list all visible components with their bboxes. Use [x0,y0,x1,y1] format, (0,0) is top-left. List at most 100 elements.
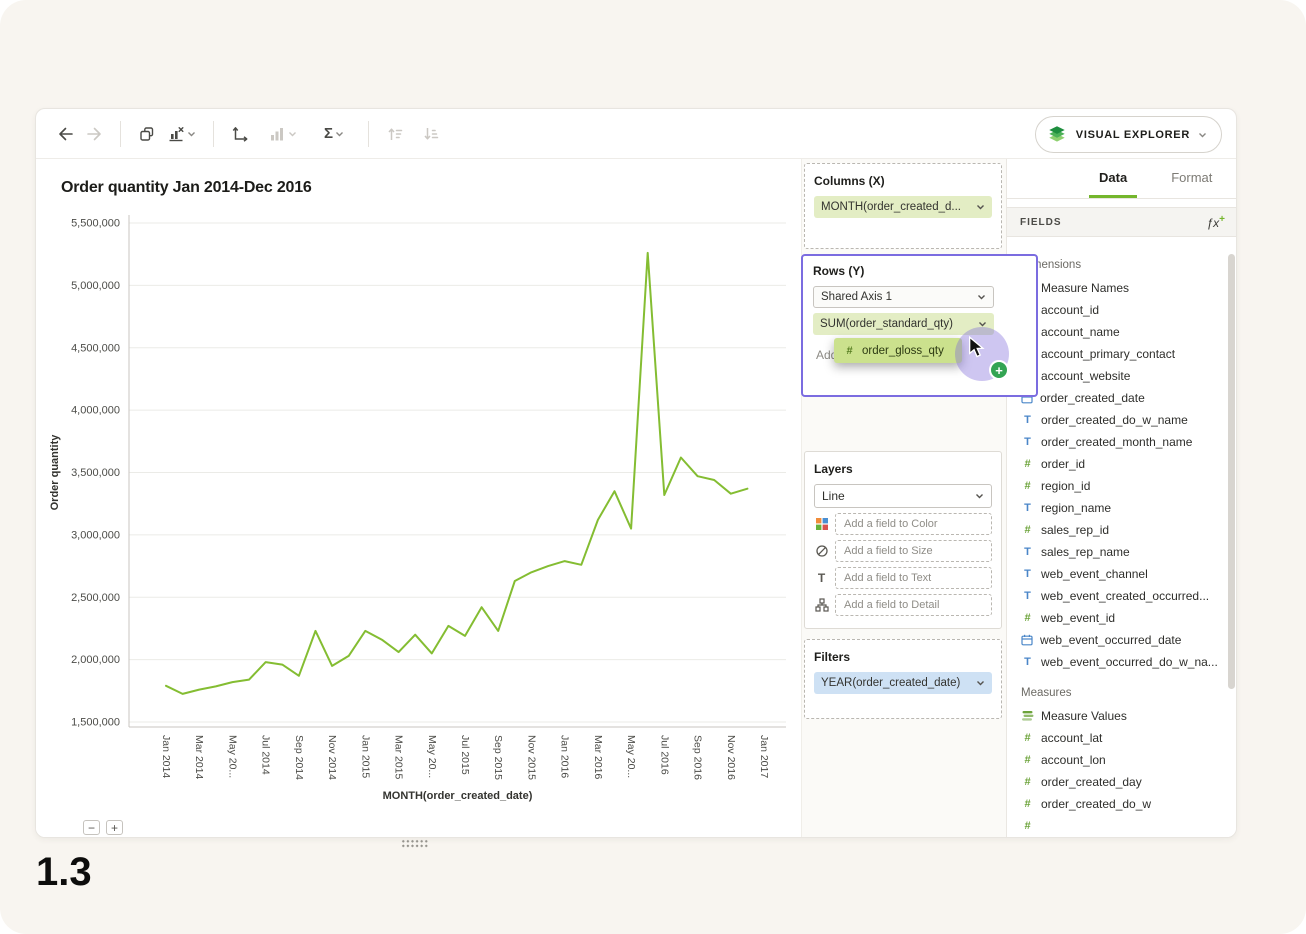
x-tick-label: Jul 2016 [658,735,670,775]
mark-type-select[interactable]: Line [814,484,992,508]
filter-field-label: YEAR(order_created_date) [821,677,960,689]
mouse-cursor [968,336,986,358]
field-item[interactable]: Taccount_primary_contact [1007,343,1237,365]
color-drop-zone[interactable]: Add a field to Color [835,513,992,535]
field-name: web_event_occurred_date [1040,633,1181,647]
zoom-out-button[interactable]: − [83,820,100,835]
duplicate-chart-button[interactable] [133,120,161,148]
filter-field-pill[interactable]: YEAR(order_created_date) [814,672,992,694]
field-name: account_lon [1041,753,1106,767]
sigma-icon: Σ [324,125,333,142]
rows-shelf-drop-target[interactable]: Rows (Y) Shared Axis 1 SUM(order_standar… [801,254,1038,397]
field-name: region_name [1041,501,1111,515]
field-item[interactable]: #account_lat [1007,727,1237,749]
measures-list: Measure Values#account_lat#account_lon#o… [1007,705,1237,837]
field-item[interactable]: # order_created_day [1007,771,1237,793]
rows-shared-axis-pill[interactable]: Shared Axis 1 [813,286,994,308]
x-tick-label: May 20... [426,735,438,778]
field-item[interactable]: Tweb_event_occurred_do_w_na... [1007,651,1237,673]
aggregate-button[interactable]: Σ [312,120,356,148]
x-tick-label: May 20... [625,735,637,778]
field-item[interactable]: Measure Names [1007,277,1237,299]
page-label: 1.3 [36,850,92,895]
text-type-icon: T [1021,546,1034,558]
detail-drop-zone[interactable]: Add a field to Detail [835,594,992,616]
chart-type-button[interactable] [262,120,302,148]
number-type-icon: # [1021,776,1034,788]
field-item[interactable]: #region_id [1007,475,1237,497]
columns-field-label: MONTH(order_created_d... [821,201,961,213]
field-item[interactable]: web_event_occurred_date [1007,629,1237,651]
zoom-in-button[interactable]: + [106,820,123,835]
field-item[interactable]: #order_id [1007,453,1237,475]
field-item[interactable]: Measure Values [1007,705,1237,727]
field-item[interactable]: # [1007,815,1237,837]
number-type-icon: # [1021,524,1034,536]
field-item[interactable]: #web_event_id [1007,607,1237,629]
number-type-icon: # [1021,820,1034,832]
field-name: web_event_id [1041,611,1115,625]
field-item[interactable]: Tsales_rep_name [1007,541,1237,563]
field-name: web_event_channel [1041,567,1148,581]
field-name: order_created_day [1041,775,1142,789]
tab-data[interactable]: Data [1089,159,1137,198]
fields-header: FIELDS [1020,217,1062,228]
measure-values-icon [1021,710,1034,722]
text-type-icon: T [1021,436,1034,448]
bar-chart-icon [268,125,286,143]
size-drop-zone[interactable]: Add a field to Size [835,540,992,562]
field-item[interactable]: #order_created_do_w [1007,793,1237,815]
field-item[interactable]: Taccount_website [1007,365,1237,387]
field-item[interactable]: #account_id [1007,299,1237,321]
field-item[interactable]: Tregion_name [1007,497,1237,519]
line-series[interactable] [166,253,747,694]
field-item[interactable]: Tweb_event_channel [1007,563,1237,585]
visual-explorer-menu[interactable]: VISUAL EXPLORER [1035,116,1222,153]
field-item[interactable]: Tweb_event_created_occurred... [1007,585,1237,607]
tab-format[interactable]: Format [1161,159,1222,198]
number-type-icon: # [843,345,856,357]
field-name: account_name [1041,325,1120,339]
field-item[interactable]: Taccount_name [1007,321,1237,343]
forward-button[interactable] [80,120,108,148]
dragged-field-pill[interactable]: # order_gloss_qty [834,338,962,363]
y-tick-label: 3,000,000 [71,529,120,541]
text-drop-zone[interactable]: Add a field to Text [835,567,992,589]
swap-axes-button[interactable] [226,120,254,148]
rows-field-label: SUM(order_standard_qty) [820,318,953,330]
sort-descending-button[interactable] [417,120,445,148]
remove-chart-button[interactable] [161,120,201,148]
field-item[interactable]: #sales_rep_id [1007,519,1237,541]
add-calculated-field-icon[interactable]: ƒx+ [1206,214,1225,230]
y-tick-label: 5,000,000 [71,280,120,292]
resize-handle[interactable] [401,839,429,848]
visual-explorer-logo [1046,124,1068,146]
y-tick-label: 4,500,000 [71,342,120,354]
field-name: order_created_date [1040,391,1145,405]
sort-ascending-button[interactable] [381,120,409,148]
columns-shelf[interactable]: Columns (X) MONTH(order_created_d... [804,163,1002,249]
fields-header-bar: FIELDS ƒx+ [1007,207,1237,237]
columns-field-pill[interactable]: MONTH(order_created_d... [814,196,992,218]
line-chart[interactable]: 5,500,0005,000,0004,500,0004,000,0003,50… [36,199,801,838]
layers-shelf-title: Layers [814,462,992,476]
field-item[interactable]: Torder_created_month_name [1007,431,1237,453]
x-tick-label: Jan 2017 [758,735,770,778]
layer-slot-detail: Add a field to Detail [814,594,992,616]
y-tick-label: 2,500,000 [71,592,120,604]
add-field-badge: + [989,360,1009,380]
app-window: Σ VISUAL EXPLORER Order qu [35,108,1237,838]
filters-shelf[interactable]: Filters YEAR(order_created_date) [804,639,1002,719]
remove-chart-icon [167,125,185,143]
field-item[interactable]: #account_lon [1007,749,1237,771]
dimensions-list: Measure Names#account_idTaccount_nameTac… [1007,277,1237,673]
chevron-down-icon [335,131,344,137]
brand-label: VISUAL EXPLORER [1076,129,1190,141]
field-name: account_primary_contact [1041,347,1175,361]
field-name: web_event_created_occurred... [1041,589,1209,603]
shared-axis-label: Shared Axis 1 [821,291,892,303]
field-item[interactable]: order_created_date [1007,387,1237,409]
back-button[interactable] [52,120,80,148]
field-item[interactable]: Torder_created_do_w_name [1007,409,1237,431]
scrollbar[interactable] [1228,254,1235,689]
